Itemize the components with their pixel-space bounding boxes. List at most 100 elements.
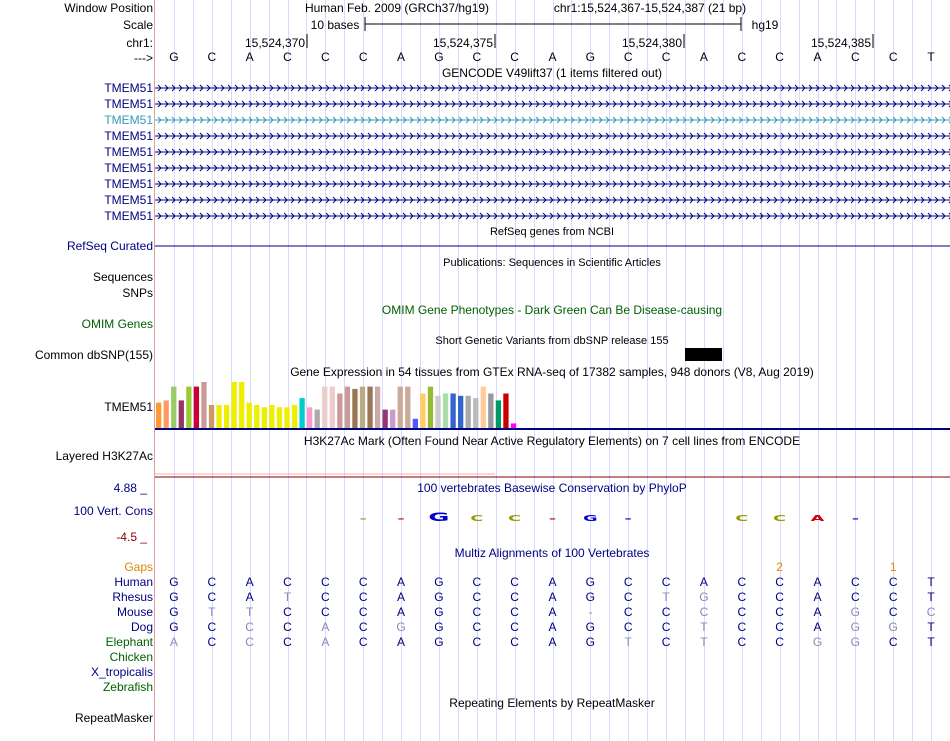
alignment-base: A xyxy=(813,575,822,589)
alignment-base: G xyxy=(434,590,444,604)
species-label[interactable]: X_tropicalis xyxy=(91,665,153,679)
phylop-label[interactable]: 100 Vert. Cons xyxy=(74,504,153,518)
alignment-base: G xyxy=(169,590,179,604)
alignment-base: C xyxy=(737,575,747,589)
alignment-base: C xyxy=(510,605,519,619)
alignment-base: G xyxy=(585,575,596,589)
gencode-item-label[interactable]: TMEM51 xyxy=(104,193,153,207)
alignment-base: T xyxy=(927,575,935,589)
phylop-glyph: A xyxy=(811,514,825,523)
alignment-base: C xyxy=(321,575,330,589)
alignment-base: C xyxy=(775,635,784,649)
gencode-item-label[interactable]: TMEM51 xyxy=(104,161,153,175)
alignment-base: C xyxy=(245,620,254,634)
species-label[interactable]: Chicken xyxy=(110,650,153,664)
alignment-base: C xyxy=(358,605,368,619)
h3k27ac-label[interactable]: Layered H3K27Ac xyxy=(56,449,153,463)
repeatmasker-label[interactable]: RepeatMasker xyxy=(75,711,153,725)
alignment-base: G xyxy=(169,575,179,589)
gencode-item-label[interactable]: TMEM51 xyxy=(104,145,153,159)
alignment-base: T xyxy=(662,590,670,604)
alignment-base: C xyxy=(207,620,217,634)
alignment-base: C xyxy=(661,575,671,589)
alignment-base: C xyxy=(472,605,482,619)
gtex-label[interactable]: TMEM51 xyxy=(104,400,153,414)
alignment-base: C xyxy=(358,590,368,604)
phylop-logo[interactable]: --GCC-G-CCA- xyxy=(155,0,950,540)
alignment-base: G xyxy=(585,620,596,634)
alignment-base: T xyxy=(208,605,216,619)
phylop-glyph: - xyxy=(549,514,556,523)
alignment-base: A xyxy=(548,605,557,619)
phylop-glyph: - xyxy=(852,514,859,523)
alignment-base: G xyxy=(434,575,444,589)
phylop-glyph: C xyxy=(773,514,786,523)
gencode-item-label[interactable]: TMEM51 xyxy=(104,209,153,223)
alignment-base: A xyxy=(397,605,406,619)
alignment-base: A xyxy=(245,590,254,604)
track-area[interactable]: Human Feb. 2009 (GRCh37/hg19) chr1:15,52… xyxy=(155,0,950,741)
alignment-base: C xyxy=(283,605,292,619)
gencode-item-label[interactable]: TMEM51 xyxy=(104,177,153,191)
alignment-base: G xyxy=(585,590,596,604)
alignment-base: A xyxy=(321,635,330,649)
alignment-base: C xyxy=(472,635,482,649)
alignment-base: T xyxy=(624,635,632,649)
phylop-max-label: 4.88 _ xyxy=(113,481,147,495)
phylop-glyph: G xyxy=(428,511,449,524)
snps-label[interactable]: SNPs xyxy=(122,286,153,300)
alignment-base: C xyxy=(472,590,482,604)
alignment-base: A xyxy=(548,620,557,634)
alignment-base: A xyxy=(397,590,406,604)
alignment-base: T xyxy=(927,590,935,604)
alignment-base: C xyxy=(358,620,368,634)
multiz-title[interactable]: Multiz Alignments of 100 Vertebrates xyxy=(455,546,650,560)
alignment-base: A xyxy=(813,590,822,604)
gencode-item-label[interactable]: TMEM51 xyxy=(104,113,153,127)
dbsnp-label[interactable]: Common dbSNP(155) xyxy=(35,348,153,362)
alignment-base: C xyxy=(623,590,633,604)
species-label[interactable]: Elephant xyxy=(106,635,153,649)
alignment-base: C xyxy=(661,605,671,619)
alignment-base: G xyxy=(812,635,823,649)
alignment-base: C xyxy=(737,635,747,649)
phylop-min-label: -4.5 _ xyxy=(116,530,147,544)
species-label[interactable]: Zebrafish xyxy=(103,680,153,694)
gencode-item-label[interactable]: TMEM51 xyxy=(104,129,153,143)
chrom-label: chr1: xyxy=(126,36,153,50)
scale-label: Scale xyxy=(122,18,153,32)
alignment-base: C xyxy=(207,635,217,649)
alignment-base: C xyxy=(510,635,519,649)
alignment-base: C xyxy=(283,620,292,634)
refseq-label[interactable]: RefSeq Curated xyxy=(67,239,153,253)
gaps-label: Gaps xyxy=(124,560,153,574)
alignment-base: C xyxy=(321,590,330,604)
gencode-item-label[interactable]: TMEM51 xyxy=(104,97,153,111)
alignment-base: G xyxy=(585,635,596,649)
alignment-base: - xyxy=(588,605,593,619)
alignment-base: A xyxy=(169,635,178,649)
alignment-base: A xyxy=(397,635,406,649)
alignment-base: A xyxy=(245,575,254,589)
species-label[interactable]: Mouse xyxy=(117,605,153,619)
species-label[interactable]: Dog xyxy=(131,620,153,634)
phylop-glyph: C xyxy=(470,514,483,523)
alignment-base: C xyxy=(926,605,936,619)
phylop-glyph: - xyxy=(360,514,367,523)
repeatmasker-title[interactable]: Repeating Elements by RepeatMasker xyxy=(449,696,654,710)
alignment-base: C xyxy=(510,590,519,604)
alignment-base: G xyxy=(850,605,861,619)
gencode-item-label[interactable]: TMEM51 xyxy=(104,81,153,95)
strand-label: ---> xyxy=(134,51,153,65)
omim-label[interactable]: OMIM Genes xyxy=(82,317,153,331)
species-label[interactable]: Rhesus xyxy=(112,590,153,604)
alignment-base: C xyxy=(510,575,519,589)
alignment-base: A xyxy=(699,575,708,589)
alignment-base: C xyxy=(699,605,709,619)
alignment-base: C xyxy=(472,575,482,589)
sequences-label[interactable]: Sequences xyxy=(93,270,153,284)
species-label[interactable]: Human xyxy=(114,575,153,589)
alignment-base: G xyxy=(434,620,444,634)
alignment-base: A xyxy=(397,575,406,589)
alignment-base: A xyxy=(813,620,822,634)
